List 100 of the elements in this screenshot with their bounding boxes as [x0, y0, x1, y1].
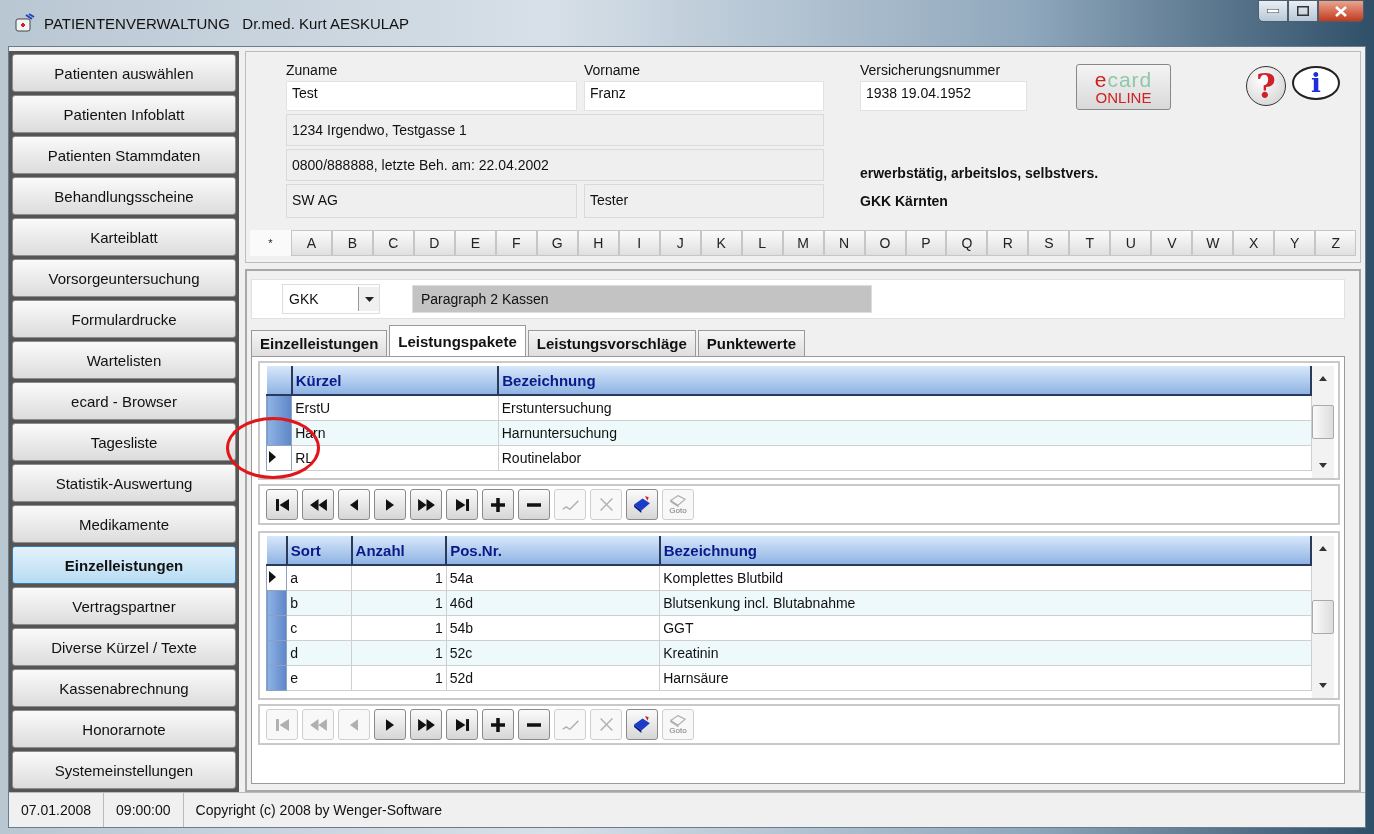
letter-tab[interactable]: V: [1151, 230, 1193, 256]
letter-tab[interactable]: R: [987, 230, 1029, 256]
down-arrow-icon[interactable]: [1319, 463, 1327, 468]
column-header[interactable]: Kürzel: [291, 366, 499, 395]
letter-tab[interactable]: N: [823, 230, 865, 256]
maximize-button[interactable]: [1288, 0, 1318, 22]
next-button[interactable]: [374, 709, 406, 740]
last-button[interactable]: [446, 709, 478, 740]
add-button[interactable]: [482, 489, 514, 520]
close-button[interactable]: [1318, 0, 1364, 22]
sidebar-button[interactable]: Vorsorgeuntersuchung: [12, 259, 236, 297]
scrollbar-thumb[interactable]: [1312, 600, 1334, 634]
letter-tab[interactable]: Z: [1315, 230, 1357, 256]
letter-tab[interactable]: H: [577, 230, 619, 256]
letter-tab[interactable]: O: [864, 230, 906, 256]
table-cell: Erstuntersuchung: [498, 395, 1311, 421]
letter-tab[interactable]: T: [1069, 230, 1111, 256]
remove-button[interactable]: [518, 709, 550, 740]
letter-tab[interactable]: X: [1233, 230, 1275, 256]
letter-tab[interactable]: D: [413, 230, 455, 256]
sidebar-button[interactable]: Statistik-Auswertung: [12, 464, 236, 502]
sidebar-button[interactable]: Formulardrucke: [12, 300, 236, 338]
letter-tab[interactable]: K: [700, 230, 742, 256]
info-button[interactable]: i: [1292, 66, 1340, 100]
sidebar-button[interactable]: Vertragspartner: [12, 587, 236, 625]
sidebar-button[interactable]: Wartelisten: [12, 341, 236, 379]
up-arrow-icon[interactable]: [1319, 546, 1327, 551]
insurance-number-field[interactable]: 1938 19.04.1952: [860, 81, 1027, 111]
tab[interactable]: Leistungsvorschläge: [527, 330, 696, 356]
status-time: 09:00:00: [104, 793, 184, 827]
sidebar-button[interactable]: Einzelleistungen: [12, 546, 236, 584]
letter-tab[interactable]: F: [495, 230, 537, 256]
first-name-field[interactable]: Franz: [584, 81, 824, 111]
contact-field: 0800/888888, letzte Beh. am: 22.04.2002: [286, 149, 824, 181]
help-button[interactable]: ?: [1246, 66, 1286, 106]
letter-tab[interactable]: Y: [1274, 230, 1316, 256]
prev-page-button[interactable]: [302, 489, 334, 520]
surname-field[interactable]: Test: [286, 81, 577, 111]
letter-tab[interactable]: J: [659, 230, 701, 256]
tab[interactable]: Punktewerte: [697, 330, 805, 356]
letter-tab[interactable]: I: [618, 230, 660, 256]
edit-button[interactable]: [626, 489, 658, 520]
vertical-scrollbar[interactable]: [1312, 536, 1334, 698]
letter-tab[interactable]: B: [331, 230, 373, 256]
column-header[interactable]: Anzahl: [351, 536, 447, 565]
sidebar-button[interactable]: Tagesliste: [12, 423, 236, 461]
sidebar-button[interactable]: Patienten Stammdaten: [12, 136, 236, 174]
letter-tab[interactable]: M: [782, 230, 824, 256]
down-arrow-icon[interactable]: [1319, 683, 1327, 688]
first-button[interactable]: [266, 489, 298, 520]
insurance-dropdown[interactable]: GKK: [282, 284, 380, 314]
column-header[interactable]: Pos.Nr.: [446, 536, 660, 565]
prev-button[interactable]: [338, 489, 370, 520]
letter-tab[interactable]: S: [1028, 230, 1070, 256]
sidebar-button[interactable]: Patienten auswählen: [12, 54, 236, 92]
triangle-left-icon: [350, 498, 358, 511]
letter-tab[interactable]: Q: [946, 230, 988, 256]
letter-tab[interactable]: W: [1192, 230, 1234, 256]
last-button[interactable]: [446, 489, 478, 520]
letter-tab[interactable]: P: [905, 230, 947, 256]
up-arrow-icon[interactable]: [1319, 376, 1327, 381]
sidebar-button[interactable]: Systemeinstellungen: [12, 751, 236, 789]
next-page-button[interactable]: [410, 489, 442, 520]
sidebar-button[interactable]: Medikamente: [12, 505, 236, 543]
maximize-icon: [1297, 6, 1309, 16]
letter-tab[interactable]: U: [1110, 230, 1152, 256]
minus-icon: [527, 502, 541, 507]
ecard-online-button[interactable]: ecard ONLINE: [1076, 64, 1171, 110]
sidebar-button[interactable]: Patienten Infoblatt: [12, 95, 236, 133]
vertical-scrollbar[interactable]: [1312, 366, 1334, 478]
letter-tab[interactable]: L: [741, 230, 783, 256]
double-triangle-right-icon: [417, 718, 435, 731]
sidebar-button[interactable]: Diverse Kürzel / Texte: [12, 628, 236, 666]
letter-tab[interactable]: C: [372, 230, 414, 256]
insurance-name-field: Paragraph 2 Kassen: [412, 285, 872, 313]
next-button[interactable]: [374, 489, 406, 520]
column-header[interactable]: Bezeichnung: [659, 536, 1311, 565]
tab[interactable]: Einzelleistungen: [251, 330, 388, 356]
next-page-button[interactable]: [410, 709, 442, 740]
sidebar-button[interactable]: Honorarnote: [12, 710, 236, 748]
row-pointer[interactable]: [266, 565, 287, 591]
column-header[interactable]: Sort: [286, 536, 352, 565]
sidebar-button[interactable]: Kassenabrechnung: [12, 669, 236, 707]
sidebar-button[interactable]: Behandlungsscheine: [12, 177, 236, 215]
remove-button[interactable]: [518, 489, 550, 520]
scrollbar-thumb[interactable]: [1312, 405, 1334, 439]
letter-tab[interactable]: A: [290, 230, 332, 256]
column-header[interactable]: Bezeichnung: [498, 366, 1311, 395]
sidebar-button[interactable]: Karteiblatt: [12, 218, 236, 256]
row-pointer[interactable]: [266, 445, 292, 471]
edit-button[interactable]: [626, 709, 658, 740]
minimize-button[interactable]: [1258, 0, 1288, 22]
letter-tab[interactable]: E: [454, 230, 496, 256]
double-triangle-left-icon: [309, 718, 327, 731]
letter-tab[interactable]: G: [536, 230, 578, 256]
add-button[interactable]: [482, 709, 514, 740]
letter-tab[interactable]: *: [250, 230, 291, 256]
plus-icon: [491, 717, 505, 732]
tab[interactable]: Leistungspakete: [389, 325, 526, 356]
sidebar-button[interactable]: ecard - Browser: [12, 382, 236, 420]
